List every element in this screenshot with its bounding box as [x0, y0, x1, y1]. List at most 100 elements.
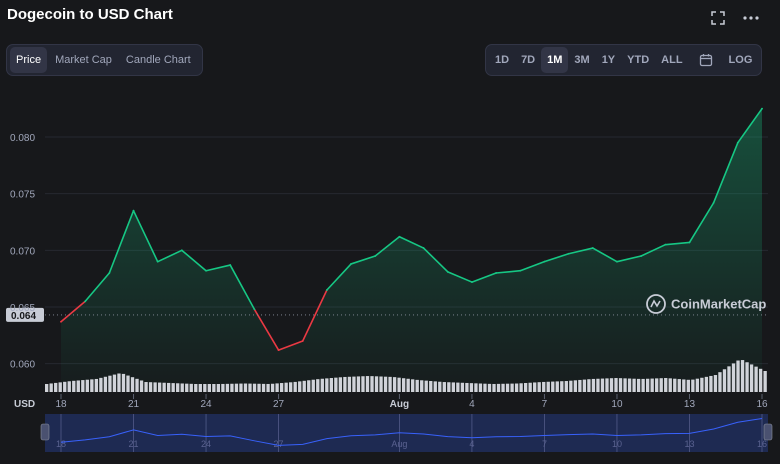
volume-bar: [659, 378, 663, 392]
volume-bar: [338, 377, 343, 392]
volume-bar: [347, 376, 352, 392]
volume-bar: [207, 384, 211, 392]
volume-bar: [487, 383, 492, 392]
volume-bar: [176, 383, 180, 392]
volume-bar: [537, 382, 541, 392]
volume-bar: [564, 381, 568, 392]
volume-bar: [153, 382, 157, 392]
price-point: [495, 272, 498, 274]
price-point: [712, 201, 715, 204]
volume-bar: [356, 376, 361, 392]
volume-bar: [99, 377, 103, 392]
price-point: [325, 289, 328, 291]
volume-bar: [505, 383, 510, 392]
x-tick-label: 16: [756, 399, 768, 410]
volume-bar: [668, 378, 672, 392]
navigator-tick-label: 18: [56, 439, 66, 449]
volume-bar: [510, 383, 514, 392]
volume-bar: [257, 383, 261, 392]
navigator-left-handle[interactable]: [40, 423, 50, 441]
navigator-tick-label: Aug: [391, 439, 407, 449]
volume-bar: [758, 368, 763, 392]
volume-bar: [221, 383, 225, 392]
volume-bar: [216, 384, 221, 392]
volume-bar: [334, 377, 338, 392]
volume-bar: [424, 380, 428, 392]
volume-bar: [555, 381, 559, 392]
navigator-tick-label: 27: [274, 439, 284, 449]
navigator-tick-label: 7: [542, 439, 547, 449]
volume-bar: [135, 378, 139, 392]
volume-bar: [713, 375, 718, 392]
price-point: [156, 260, 159, 263]
volume-bar: [49, 383, 53, 392]
y-tick-label: 0.080: [10, 133, 35, 144]
volume-bar: [519, 383, 523, 392]
volume-bar: [551, 381, 555, 392]
volume-bar: [203, 384, 207, 392]
x-tick-label: 21: [128, 399, 140, 410]
volume-bar: [605, 378, 609, 392]
price-point: [567, 252, 570, 255]
volume-bar: [578, 379, 582, 392]
range-navigator[interactable]: 18 21 24 27 Aug 4 7 10 13 16: [40, 414, 773, 452]
volume-bar: [361, 376, 365, 392]
y-axis: 0.060 0.065 0.070 0.075 0.080: [10, 133, 35, 371]
price-point: [664, 243, 667, 246]
volume-bar: [587, 379, 591, 392]
volume-bar: [383, 376, 388, 392]
y-tick-label: 0.065: [10, 303, 35, 314]
volume-bar: [54, 382, 58, 392]
volume-bar: [58, 382, 62, 392]
volume-bar: [655, 378, 659, 392]
volume-bar: [483, 383, 487, 392]
volume-bar: [700, 377, 704, 392]
volume-bar: [465, 382, 469, 392]
price-point: [60, 320, 62, 323]
volume-bar: [45, 384, 49, 392]
volume-bar: [370, 376, 374, 392]
volume-bar: [72, 380, 76, 392]
volume-bar: [722, 369, 727, 392]
volume-bar: [243, 383, 248, 392]
volume-bar: [469, 383, 474, 392]
price-chart[interactable]: 0.064 0.0600.0650.0700.0750.080 18 21 24 27…: [0, 0, 780, 464]
price-point: [519, 269, 522, 272]
volume-bar: [745, 362, 749, 392]
volume-bar: [641, 378, 645, 392]
volume-bar: [533, 382, 537, 392]
volume-bar: [63, 381, 67, 392]
volume-bar: [139, 380, 144, 392]
volume-bar: [695, 378, 700, 392]
volume-bar: [230, 383, 234, 392]
volume-bar: [392, 377, 397, 392]
navigator-right-handle[interactable]: [763, 423, 773, 441]
volume-bar: [749, 364, 754, 392]
price-point: [398, 235, 401, 238]
volume-bar: [167, 382, 171, 392]
price-point: [132, 209, 135, 212]
volume-bar: [316, 379, 320, 392]
volume-bar: [293, 381, 297, 392]
volume-bar: [157, 382, 162, 392]
volume-bar: [325, 378, 329, 392]
volume-bar: [284, 382, 288, 392]
volume-bar: [636, 378, 641, 392]
volume-bar: [569, 380, 573, 392]
volume-bar: [189, 383, 193, 392]
volume-bar: [279, 383, 284, 392]
volume-bar: [374, 376, 379, 392]
volume-bar: [108, 375, 112, 392]
volume-bar: [451, 382, 456, 392]
watermark-text: CoinMarketCap: [671, 297, 766, 312]
volume-bar: [343, 376, 347, 392]
x-axis: 18 21 24 27 Aug 4 7 10 13 16: [55, 394, 768, 410]
price-point: [374, 255, 377, 257]
volume-bar: [433, 381, 437, 392]
x-tick-label: 10: [611, 399, 623, 410]
navigator-tick-label: 4: [469, 439, 474, 449]
volume-bar: [379, 376, 383, 392]
volume-bar: [320, 378, 324, 392]
volume-bar: [420, 380, 424, 392]
navigator-tick-label: 21: [129, 439, 139, 449]
